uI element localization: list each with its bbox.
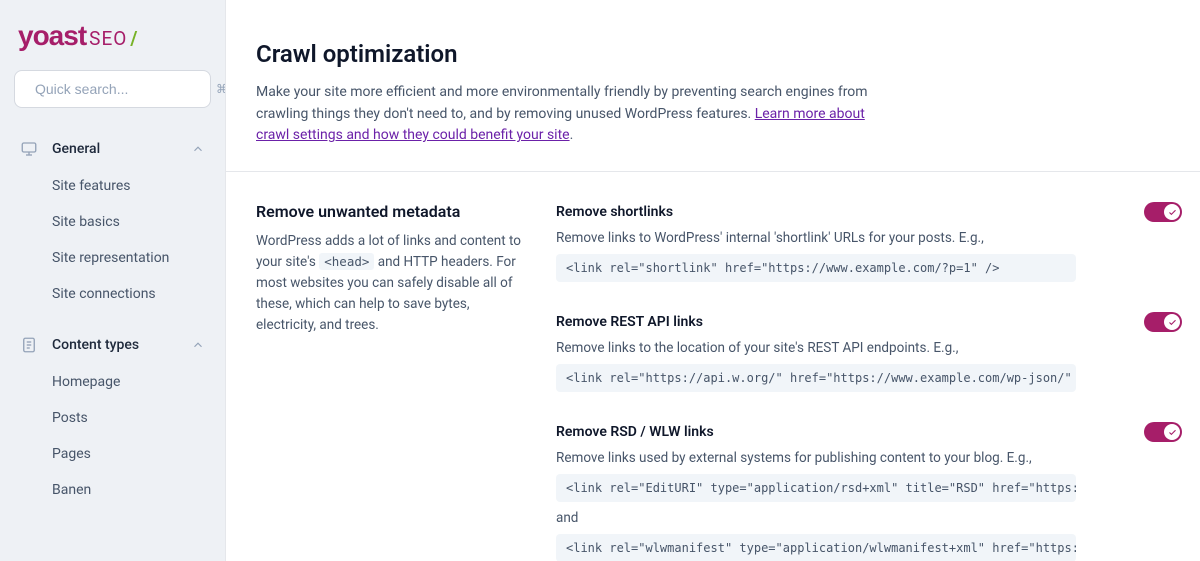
sidebar: yoast SEO / ⌘K General Site features Sit… bbox=[0, 0, 225, 561]
sidebar-item-homepage[interactable]: Homepage bbox=[52, 364, 211, 400]
sidebar-item-site-representation[interactable]: Site representation bbox=[52, 240, 211, 276]
page-header: Crawl optimization Make your site more e… bbox=[226, 0, 1200, 172]
chevron-up-icon bbox=[191, 142, 205, 156]
sidebar-item-banen[interactable]: Banen bbox=[52, 472, 211, 508]
code-example-2: <link rel="wlwmanifest" type="applicatio… bbox=[556, 534, 1076, 561]
code-example: <link rel="EditURI" type="application/rs… bbox=[556, 474, 1076, 502]
settings-list: Remove shortlinks Remove links to WordPr… bbox=[556, 202, 1200, 561]
code-example: <link rel="https://api.w.org/" href="htt… bbox=[556, 364, 1076, 392]
logo-sub: SEO bbox=[89, 27, 127, 50]
nav-title: Content types bbox=[52, 337, 177, 353]
setting-remove-rest-api-links: Remove REST API links Remove links to th… bbox=[556, 312, 1182, 392]
nav-header-content-types[interactable]: Content types bbox=[14, 326, 211, 364]
head-code: <head> bbox=[319, 253, 374, 270]
monitor-icon bbox=[20, 140, 38, 158]
check-icon bbox=[1168, 208, 1177, 217]
toggle-remove-shortlinks[interactable] bbox=[1144, 202, 1182, 222]
code-example: <link rel="shortlink" href="https://www.… bbox=[556, 254, 1076, 282]
nav-title: General bbox=[52, 141, 177, 157]
toggle-remove-rsd-wlw-links[interactable] bbox=[1144, 422, 1182, 442]
section-title: Remove unwanted metadata bbox=[256, 202, 532, 221]
page-description: Make your site more efficient and more e… bbox=[256, 82, 896, 147]
setting-title: Remove RSD / WLW links bbox=[556, 424, 714, 440]
check-icon bbox=[1168, 428, 1177, 437]
main-content: Crawl optimization Make your site more e… bbox=[225, 0, 1200, 561]
search-box[interactable]: ⌘K bbox=[14, 70, 211, 108]
sidebar-item-site-basics[interactable]: Site basics bbox=[52, 204, 211, 240]
setting-desc: Remove links used by external systems fo… bbox=[556, 450, 1182, 466]
toggle-knob bbox=[1164, 424, 1180, 440]
sidebar-item-pages[interactable]: Pages bbox=[52, 436, 211, 472]
chevron-up-icon bbox=[191, 338, 205, 352]
page-title: Crawl optimization bbox=[256, 40, 1168, 68]
settings-section: Remove unwanted metadata WordPress adds … bbox=[226, 172, 1200, 561]
toggle-remove-rest-api-links[interactable] bbox=[1144, 312, 1182, 332]
setting-title: Remove shortlinks bbox=[556, 204, 673, 220]
sidebar-item-site-connections[interactable]: Site connections bbox=[52, 276, 211, 312]
section-desc: WordPress adds a lot of links and conten… bbox=[256, 231, 532, 336]
sidebar-item-posts[interactable]: Posts bbox=[52, 400, 211, 436]
setting-remove-rsd-wlw-links: Remove RSD / WLW links Remove links used… bbox=[556, 422, 1182, 561]
document-icon bbox=[20, 336, 38, 354]
nav-section-general: General Site features Site basics Site r… bbox=[14, 130, 211, 312]
logo: yoast SEO / bbox=[14, 20, 211, 70]
logo-text: yoast bbox=[18, 20, 86, 52]
nav-header-general[interactable]: General bbox=[14, 130, 211, 168]
section-intro: Remove unwanted metadata WordPress adds … bbox=[256, 202, 556, 561]
search-input[interactable] bbox=[35, 81, 216, 97]
check-icon bbox=[1168, 318, 1177, 327]
setting-desc: Remove links to the location of your sit… bbox=[556, 340, 1182, 356]
toggle-knob bbox=[1164, 314, 1180, 330]
toggle-knob bbox=[1164, 204, 1180, 220]
setting-title: Remove REST API links bbox=[556, 314, 703, 330]
and-text: and bbox=[556, 510, 1182, 526]
setting-desc: Remove links to WordPress' internal 'sho… bbox=[556, 230, 1182, 246]
nav-section-content-types: Content types Homepage Posts Pages Banen bbox=[14, 326, 211, 508]
logo-slash: / bbox=[130, 27, 137, 50]
sidebar-item-site-features[interactable]: Site features bbox=[52, 168, 211, 204]
setting-remove-shortlinks: Remove shortlinks Remove links to WordPr… bbox=[556, 202, 1182, 282]
